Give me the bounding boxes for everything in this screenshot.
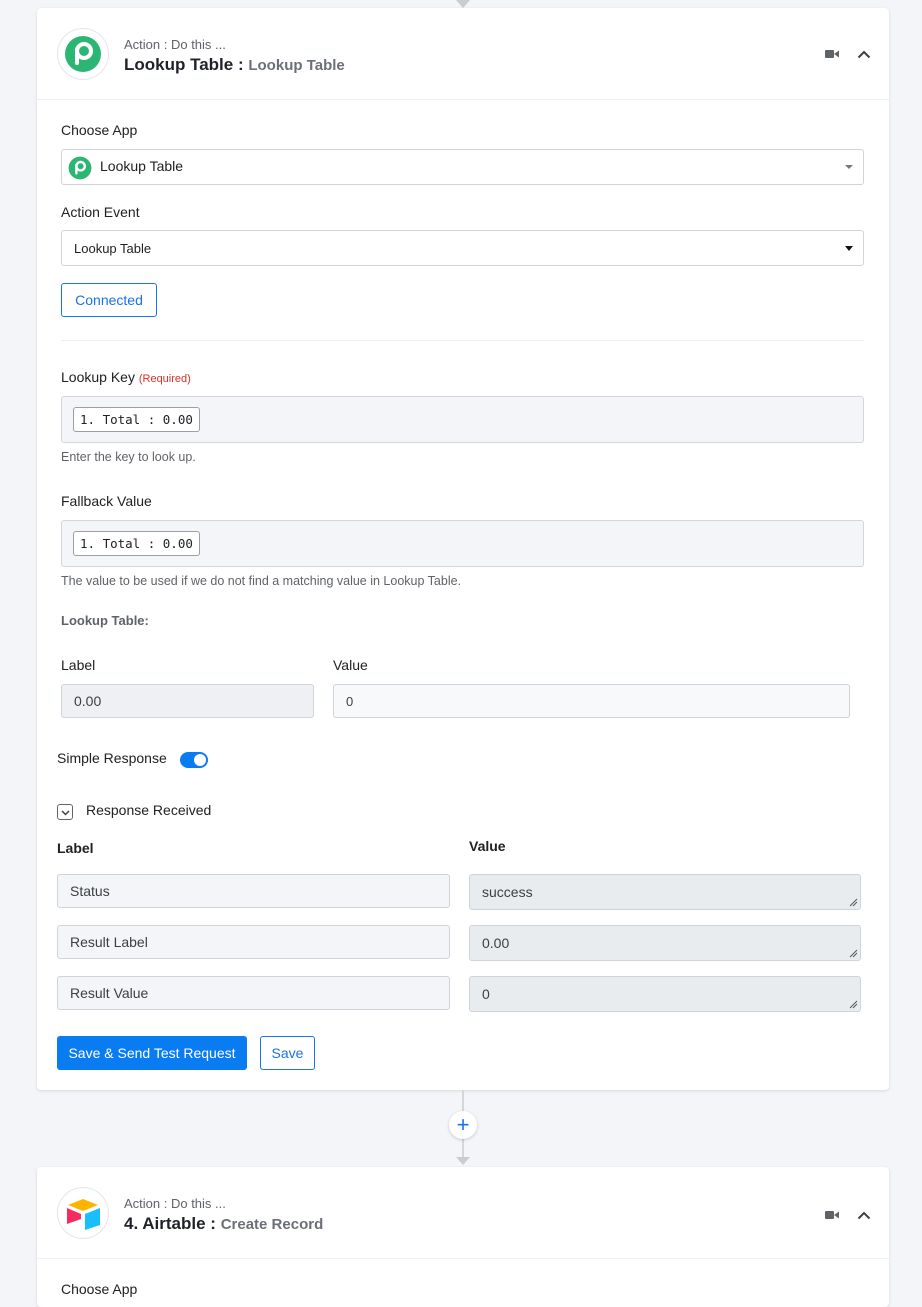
step-header: Action : Do this ... 4. Airtable : Creat… — [37, 1167, 889, 1259]
action-event-label: Action Event — [61, 204, 140, 220]
caret-down-icon — [845, 246, 853, 251]
choose-app-value: Lookup Table — [100, 158, 184, 174]
connected-button[interactable]: Connected — [61, 283, 157, 317]
lookup-row-value-input[interactable]: 0 — [333, 684, 850, 718]
response-row-value: 0.00 — [469, 925, 861, 961]
fallback-value-field[interactable]: 1. Total : 0.00 — [61, 520, 864, 567]
step-title-app: Lookup Table : — [124, 55, 244, 74]
response-label-col: Label — [57, 840, 94, 856]
response-row-value: success — [469, 874, 861, 910]
lookup-key-label: Lookup Key (Required) — [61, 369, 191, 385]
response-received-expand[interactable] — [57, 804, 73, 820]
chevron-up-icon[interactable] — [857, 46, 871, 64]
step-header-actions — [825, 1207, 871, 1225]
simple-response-label: Simple Response — [57, 750, 167, 766]
response-value-col: Value — [469, 838, 506, 854]
step-title-event: Lookup Table — [248, 57, 345, 74]
action-event-select[interactable]: Lookup Table — [61, 230, 864, 266]
response-row-label: Result Label — [57, 925, 450, 959]
section-divider — [61, 340, 864, 341]
pabbly-small-logo-icon — [68, 156, 92, 183]
response-received-label: Response Received — [86, 802, 212, 818]
step-subtitle: Action : Do this ... — [124, 37, 226, 52]
lookup-row-label-input[interactable]: 0.00 — [61, 684, 314, 718]
resize-grip-icon[interactable] — [848, 948, 858, 958]
lookup-key-helper: Enter the key to look up. — [61, 450, 196, 464]
toggle-knob — [194, 754, 206, 766]
choose-app-label: Choose App — [61, 122, 138, 138]
save-send-test-button[interactable]: Save & Send Test Request — [57, 1036, 247, 1070]
mapped-token[interactable]: 1. Total : 0.00 — [73, 407, 200, 432]
step-header: Action : Do this ... Lookup Table : Look… — [37, 8, 889, 100]
choose-app-select[interactable]: Lookup Table — [61, 149, 864, 185]
response-row-label: Result Value — [57, 976, 450, 1010]
step-title-event: Create Record — [220, 1216, 324, 1233]
step-card-airtable: Action : Do this ... 4. Airtable : Creat… — [37, 1167, 889, 1307]
video-camera-icon[interactable] — [825, 46, 839, 64]
simple-response-toggle[interactable] — [180, 752, 208, 768]
response-row-value-text: 0 — [482, 986, 490, 1002]
step-title: Lookup Table : Lookup Table — [124, 55, 345, 75]
step-connector-arrow — [456, 1157, 470, 1165]
plus-icon[interactable]: + — [449, 1111, 477, 1139]
lookup-table-heading: Lookup Table: — [61, 613, 149, 628]
step-title: 4. Airtable : Create Record — [124, 1214, 323, 1234]
step-card-lookup-table: Action : Do this ... Lookup Table : Look… — [37, 8, 889, 1090]
response-row-value-text: success — [482, 884, 533, 900]
response-row-value-text: 0.00 — [482, 935, 510, 951]
response-row-label: Status — [57, 874, 450, 908]
fallback-value-helper: The value to be used if we do not find a… — [61, 574, 462, 588]
lookup-key-field[interactable]: 1. Total : 0.00 — [61, 396, 864, 443]
save-button[interactable]: Save — [260, 1036, 315, 1070]
video-camera-icon[interactable] — [825, 1207, 839, 1225]
caret-down-icon — [845, 165, 853, 169]
pabbly-logo-icon — [57, 28, 109, 80]
step-subtitle: Action : Do this ... — [124, 1196, 226, 1211]
chevron-up-icon[interactable] — [857, 1207, 871, 1225]
step-header-actions — [825, 46, 871, 64]
airtable-logo-icon — [57, 1187, 109, 1239]
mapped-token[interactable]: 1. Total : 0.00 — [73, 531, 200, 556]
lookup-key-label-text: Lookup Key — [61, 369, 135, 385]
step-title-app: 4. Airtable : — [124, 1214, 216, 1233]
lookup-table-value-col: Value — [333, 657, 368, 673]
resize-grip-icon[interactable] — [848, 999, 858, 1009]
lookup-table-label-col: Label — [61, 657, 96, 673]
resize-grip-icon[interactable] — [848, 897, 858, 907]
response-row-value: 0 — [469, 976, 861, 1012]
choose-app-label: Choose App — [61, 1281, 138, 1297]
fallback-value-label: Fallback Value — [61, 493, 152, 509]
top-connector-arrow — [456, 0, 470, 8]
action-event-value: Lookup Table — [74, 241, 152, 256]
chevron-down-icon — [60, 803, 70, 821]
required-badge: (Required) — [138, 373, 191, 385]
